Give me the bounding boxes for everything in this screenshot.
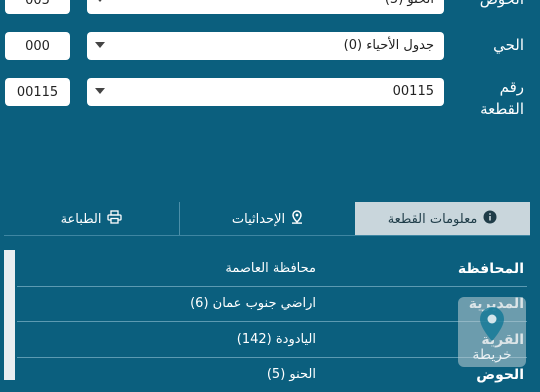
basin-select[interactable]: الحنو (5)	[87, 0, 444, 14]
info-icon	[483, 210, 497, 228]
plot-select-value: 00115	[392, 84, 434, 99]
tab-plot-info-label: معلومات القطعة	[387, 211, 478, 227]
map-button[interactable]: خريطة	[458, 297, 526, 367]
tab-coordinates[interactable]: الإحداثيات	[180, 202, 355, 236]
map-button-label: خريطة	[472, 347, 512, 363]
district-select[interactable]: جدول الأحياء (0)	[87, 32, 444, 60]
info-value: اليادودة (142)	[236, 332, 316, 347]
plot-select[interactable]: 00115	[87, 78, 444, 106]
printer-icon	[107, 210, 123, 228]
chevron-down-icon	[95, 0, 105, 2]
plot-number-input[interactable]: 00115	[5, 78, 70, 106]
tab-print[interactable]: الطباعة	[4, 202, 179, 236]
district-label: الحي	[493, 36, 524, 54]
tab-bar: معلومات القطعة الإحداثيات الطباعة	[4, 202, 530, 236]
chevron-down-icon	[95, 42, 105, 48]
tab-print-label: الطباعة	[60, 211, 102, 227]
basin-label: الحوض	[480, 0, 524, 10]
chevron-down-icon	[95, 88, 105, 94]
row-divider	[17, 321, 527, 322]
info-value: الحنو (5)	[266, 367, 316, 382]
plot-label-line1: رقم	[499, 78, 524, 96]
tab-plot-info[interactable]: معلومات القطعة	[355, 202, 530, 236]
district-select-value: جدول الأحياء (0)	[343, 38, 434, 53]
basin-number-input[interactable]: 005	[5, 0, 70, 14]
info-row-governorate: المحافظة محافظة العاصمة	[17, 252, 540, 286]
info-value: اراضي جنوب عمان (6)	[190, 296, 316, 311]
map-pin-icon	[476, 305, 508, 347]
basin-select-value: الحنو (5)	[385, 0, 434, 14]
district-number-input[interactable]: 000	[5, 32, 70, 60]
plot-label-line2: القطعة	[480, 100, 524, 118]
info-value: محافظة العاصمة	[225, 261, 316, 276]
plot-label: رقم القطعة	[480, 76, 524, 120]
location-pin-icon	[291, 210, 303, 228]
panel-side-bar	[4, 250, 15, 380]
tab-underline	[4, 235, 530, 236]
info-key: المحافظة	[457, 261, 524, 277]
tab-coordinates-label: الإحداثيات	[231, 211, 286, 227]
